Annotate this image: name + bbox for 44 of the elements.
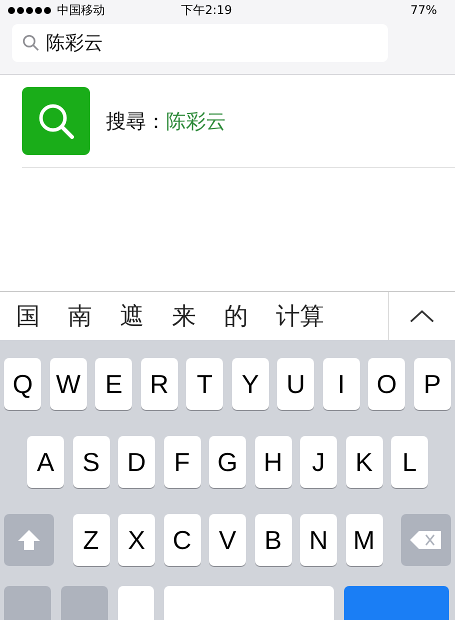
keyboard-key[interactable]: R — [140, 358, 178, 410]
keyboard-key[interactable]: C — [164, 514, 200, 566]
keyboard-key[interactable]: T — [186, 358, 224, 410]
keyboard-key[interactable]: W — [50, 358, 87, 410]
keyboard-key[interactable]: X — [118, 514, 155, 566]
status-time: 下午2:19 — [181, 2, 232, 18]
result-label: 搜尋： — [106, 108, 166, 134]
candidate-word[interactable]: 计算 — [276, 300, 324, 332]
keyboard-key[interactable]: I — [322, 358, 360, 410]
keyboard-key[interactable]: J — [300, 436, 337, 488]
keyboard-key[interactable]: V — [209, 514, 246, 566]
keyboard-key[interactable]: L — [391, 436, 428, 488]
keyboard-key[interactable]: A — [27, 436, 64, 488]
result-query[interactable]: 陈彩云 — [166, 108, 226, 134]
keyboard-key[interactable]: Z — [72, 514, 110, 566]
keyboard-key[interactable]: H — [254, 436, 292, 488]
search-icon[interactable] — [22, 87, 90, 155]
keyboard-key[interactable]: O — [368, 358, 406, 410]
candidate-word[interactable]: 国 — [16, 300, 40, 332]
candidate-word[interactable]: 的 — [224, 300, 248, 332]
search-field[interactable]: 陈彩云 — [12, 24, 388, 62]
carrier-name: 中国移动 — [57, 2, 105, 18]
keyboard-key[interactable]: M — [346, 514, 382, 566]
keyboard-key[interactable]: N — [300, 514, 337, 566]
shift-key[interactable] — [4, 514, 54, 566]
candidate-word[interactable]: 遮 — [120, 300, 144, 332]
keyboard-key[interactable]: B — [254, 514, 292, 566]
signal-icon — [8, 6, 51, 14]
backspace-key[interactable] — [401, 514, 451, 566]
keyboard-key[interactable]: Q — [4, 358, 42, 410]
keyboard-key[interactable]: G — [209, 436, 246, 488]
keyboard-key[interactable]: Y — [232, 358, 269, 410]
chevron-up-icon[interactable] — [409, 308, 435, 324]
keyboard-key[interactable]: F — [164, 436, 200, 488]
keyboard-key[interactable]: P — [414, 358, 451, 410]
keyboard-key[interactable]: D — [118, 436, 155, 488]
candidate-word[interactable]: 南 — [68, 300, 92, 332]
keyboard-key[interactable]: S — [72, 436, 110, 488]
search-icon — [22, 34, 40, 52]
keyboard-key[interactable]: U — [277, 358, 314, 410]
keyboard-key[interactable]: E — [95, 358, 132, 410]
candidate-word[interactable]: 来 — [172, 300, 196, 332]
keyboard-key[interactable]: K — [346, 436, 382, 488]
battery-level: 77% — [410, 3, 437, 17]
